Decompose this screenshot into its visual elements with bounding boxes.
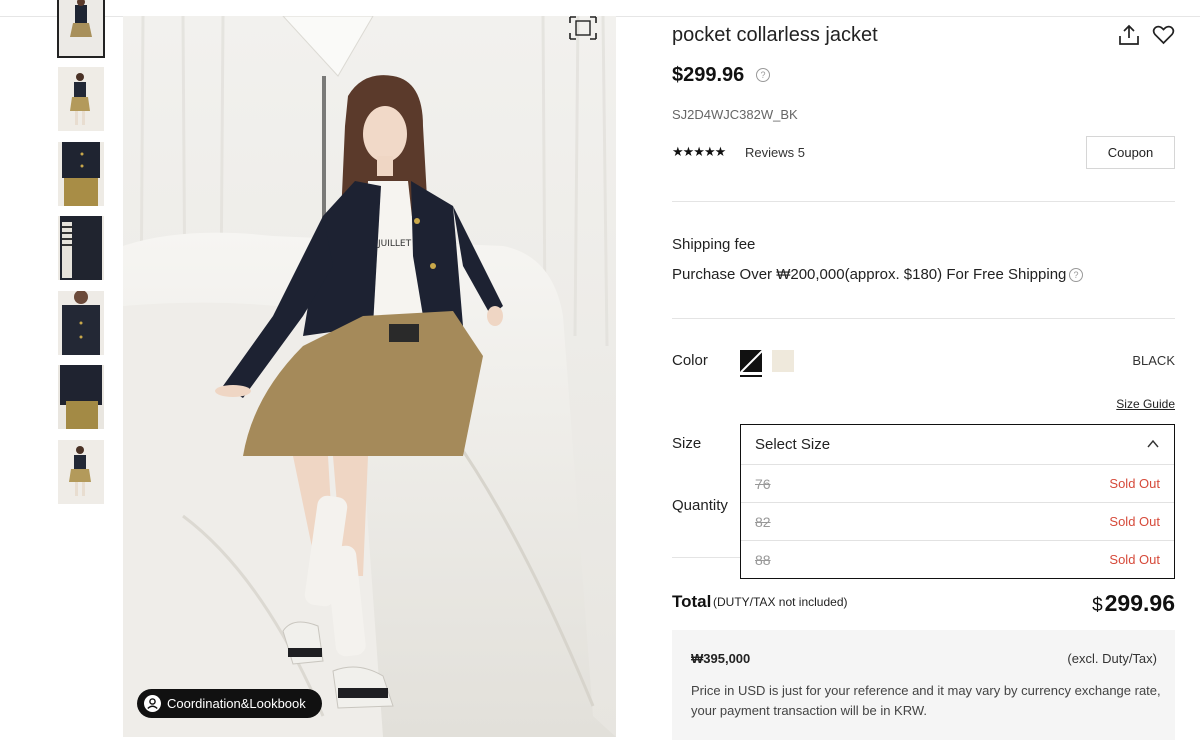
product-photo: JUILLET — [123, 16, 616, 737]
size-option-value: 76 — [755, 476, 771, 492]
size-select-placeholder: Select Size — [755, 436, 831, 453]
heart-icon[interactable] — [1152, 24, 1175, 46]
thumbnail-6[interactable] — [58, 365, 104, 429]
sold-out-label: Sold Out — [1109, 476, 1160, 491]
size-option-value: 82 — [755, 514, 771, 530]
selected-swatch-indicator — [740, 375, 762, 377]
thumbnail-7[interactable] — [58, 440, 104, 504]
divider — [672, 318, 1175, 319]
size-dropdown[interactable]: Select Size 76 Sold Out 82 Sold Out 88 S… — [740, 424, 1175, 579]
product-title: pocket collarless jacket — [672, 24, 878, 46]
thumbnail-5[interactable] — [58, 291, 104, 355]
total-currency: $ — [1092, 595, 1103, 616]
size-option[interactable]: 82 Sold Out — [741, 502, 1174, 540]
currency-disclaimer: Price in USD is just for your reference … — [691, 683, 1161, 718]
divider — [672, 201, 1175, 202]
selected-color: BLACK — [1132, 353, 1175, 368]
color-swatch-cream[interactable] — [772, 350, 794, 372]
main-product-image[interactable]: JUILLET Coordination&Lookbook — [123, 16, 616, 737]
krw-price: ₩395,000 — [691, 651, 751, 666]
coupon-button[interactable]: Coupon — [1086, 136, 1175, 169]
product-sku: SJ2D4WJC382W_BK — [672, 107, 798, 122]
person-icon — [144, 695, 161, 712]
krw-price-panel: ₩395,000 (excl. Duty/Tax) Price in USD i… — [672, 630, 1175, 740]
total-note: (DUTY/TAX not included) — [713, 595, 848, 609]
svg-text:JUILLET: JUILLET — [377, 239, 412, 249]
total-amount: 299.96 — [1104, 590, 1175, 616]
lookbook-label: Coordination&Lookbook — [167, 696, 306, 711]
color-label: Color — [672, 352, 708, 369]
question-icon[interactable]: ? — [756, 68, 770, 82]
question-icon[interactable]: ? — [1069, 268, 1083, 282]
size-option-value: 88 — [755, 552, 771, 568]
thumbnail-4[interactable] — [58, 216, 104, 280]
krw-tax-note: (excl. Duty/Tax) — [1067, 651, 1157, 666]
size-option[interactable]: 88 Sold Out — [741, 540, 1174, 578]
rating-stars: ★★★★★ — [672, 144, 726, 159]
reviews-link[interactable]: Reviews 5 — [745, 145, 805, 160]
total-price: $299.96 — [1092, 590, 1175, 617]
size-guide-link[interactable]: Size Guide — [1116, 397, 1175, 411]
quantity-label: Quantity — [672, 497, 728, 514]
thumbnail-3[interactable] — [58, 142, 104, 206]
sold-out-label: Sold Out — [1109, 514, 1160, 529]
size-select-head[interactable]: Select Size — [741, 425, 1174, 464]
product-price: $299.96 — [672, 64, 745, 86]
total-label: Total — [672, 592, 712, 611]
product-info-panel: pocket collarless jacket $299.96 ? SJ2D4… — [672, 0, 1175, 740]
chevron-up-icon — [1147, 439, 1159, 448]
sold-out-label: Sold Out — [1109, 552, 1160, 567]
share-icon[interactable] — [1118, 24, 1140, 46]
color-swatch-black[interactable] — [740, 350, 762, 372]
expand-icon[interactable] — [569, 16, 597, 40]
shipping-text: Purchase Over ₩200,000(approx. $180) For… — [672, 266, 1067, 283]
thumbnail-1[interactable] — [57, 0, 105, 58]
size-option[interactable]: 76 Sold Out — [741, 464, 1174, 502]
lookbook-button[interactable]: Coordination&Lookbook — [137, 689, 322, 718]
thumbnail-2[interactable] — [58, 67, 104, 131]
shipping-label: Shipping fee — [672, 236, 756, 253]
size-label: Size — [672, 435, 702, 452]
